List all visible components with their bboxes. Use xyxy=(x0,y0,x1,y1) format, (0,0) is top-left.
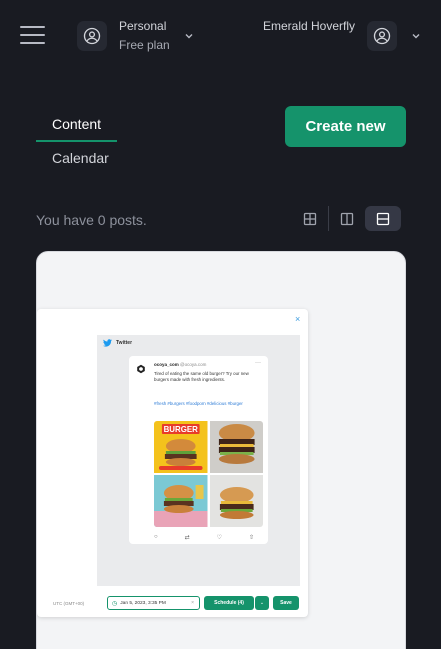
burger-promo-image: BURGER xyxy=(154,421,208,473)
tweet-preview: ocoya_com @ocoya.com ··· Tired of eating… xyxy=(129,356,268,544)
schedule-dropdown-icon: ⌄ xyxy=(255,596,269,610)
more-options-icon: ··· xyxy=(255,360,261,366)
list-view-button[interactable] xyxy=(365,206,401,231)
retweet-icon: ⇄ xyxy=(184,535,190,541)
posts-count-text: You have 0 posts. xyxy=(36,212,147,228)
like-icon: ♡ xyxy=(216,535,222,541)
tweet-actions: ○ ⇄ ♡ ⇧ xyxy=(154,534,254,541)
account-logo-icon xyxy=(136,364,146,374)
active-tab-indicator xyxy=(36,140,117,142)
svg-text:BURGER: BURGER xyxy=(164,425,199,434)
tweet-author: ocoya_com @ocoya.com xyxy=(154,362,207,367)
chevron-down-icon[interactable] xyxy=(183,30,195,42)
workspace-plan: Free plan xyxy=(119,38,170,52)
tab-content[interactable]: Content xyxy=(52,116,101,132)
double-burger-image xyxy=(209,421,263,473)
tweet-hashtags: #fresh #burgers #foodporn #delicious #bu… xyxy=(154,401,243,406)
network-label: Twitter xyxy=(116,340,133,346)
grid-view-icon xyxy=(303,212,317,225)
clear-date-icon: × xyxy=(191,600,194,606)
share-icon: ⇧ xyxy=(248,535,254,541)
twitter-bird-icon xyxy=(103,339,112,347)
tab-calendar[interactable]: Calendar xyxy=(52,150,109,166)
split-view-button[interactable] xyxy=(329,206,365,231)
close-icon[interactable]: × xyxy=(295,314,300,324)
workspace-avatar-icon[interactable] xyxy=(77,21,107,51)
hamburger-menu-icon[interactable] xyxy=(20,26,46,46)
preview-modal: × Twitter ocoya_com @ocoya.com ··· Tired… xyxy=(37,309,308,617)
grid-view-button[interactable] xyxy=(292,206,328,231)
timezone-label: UTC (GMT+00) xyxy=(53,601,85,606)
save-button: Save xyxy=(273,596,299,610)
user-name[interactable]: Emerald Hoverfly xyxy=(263,19,355,33)
tweet-text: Tired of eating the same old burger? Try… xyxy=(154,371,249,382)
burger-with-sides-image xyxy=(154,475,208,527)
schedule-button: Schedule (4) xyxy=(204,596,254,610)
tweet-image-grid: BURGER xyxy=(154,421,263,527)
cheeseburger-image xyxy=(209,475,263,527)
clock-icon: ◷ xyxy=(112,600,118,607)
user-avatar-icon[interactable] xyxy=(367,21,397,51)
reply-icon: ○ xyxy=(154,534,158,540)
network-header: Twitter xyxy=(103,339,132,347)
split-view-icon xyxy=(340,212,354,225)
chevron-down-icon[interactable] xyxy=(410,30,422,42)
create-new-button[interactable]: Create new xyxy=(285,106,406,147)
schedule-date-field: ◷ Jan 5, 2023, 3:35 PM × xyxy=(107,596,200,610)
post-preview-card[interactable]: ⌄ ☺#⊕ × Twitter xyxy=(36,251,406,649)
list-view-icon xyxy=(376,212,390,225)
workspace-name[interactable]: Personal xyxy=(119,19,166,33)
